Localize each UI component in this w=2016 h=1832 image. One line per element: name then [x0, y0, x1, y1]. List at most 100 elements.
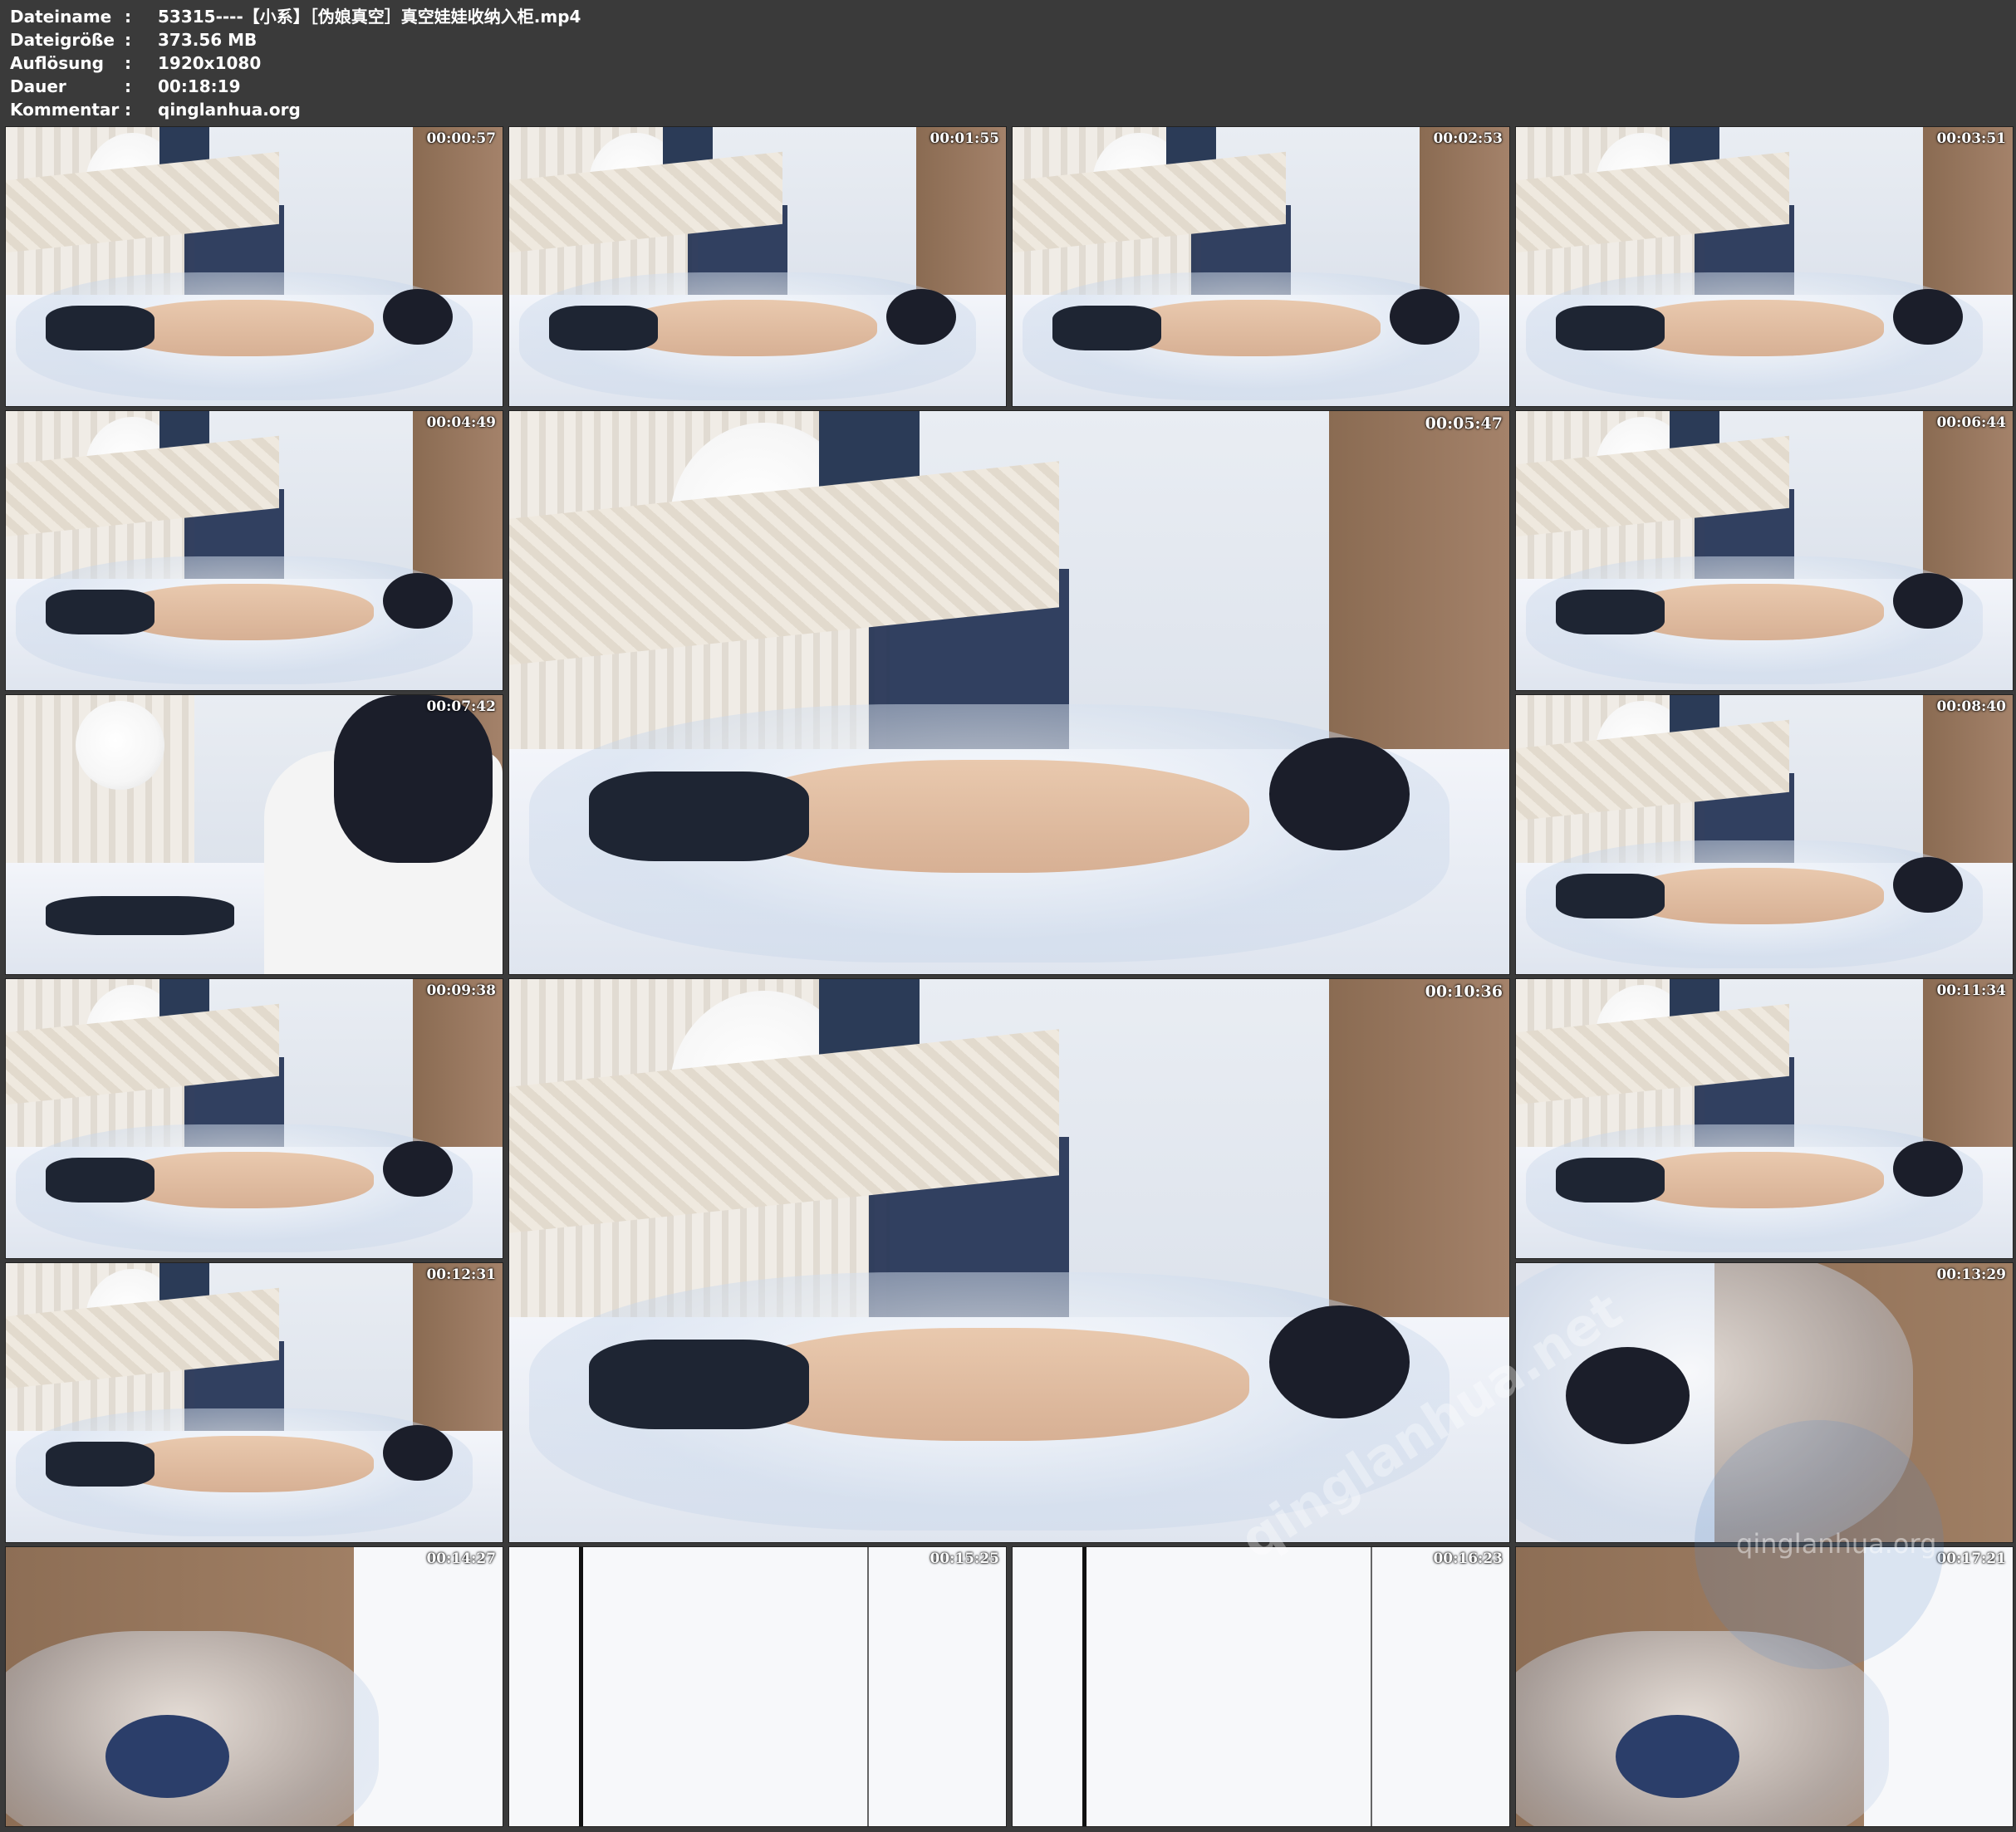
thumbnail-grid: 00:00:57 00:01:55 00:02:53 00:03:51 00:04:49… [0, 126, 2016, 1832]
headboard [1420, 127, 1509, 301]
boots [45, 590, 155, 634]
thumbnail-scene [509, 1547, 1006, 1826]
boots [1052, 306, 1162, 350]
meta-row-duration: Dauer: 00:18:19 [10, 75, 241, 98]
headboard [413, 127, 503, 301]
thumbnail-timestamp: 00:03:51 [1936, 130, 2006, 147]
meta-value: 1920x1080 [158, 53, 262, 73]
thumbnail-scene [1516, 1263, 2013, 1542]
door-seam [1370, 1547, 1372, 1826]
door-seam [866, 1547, 869, 1826]
thumbnail-2: 00:01:55 [508, 126, 1007, 407]
hair [383, 1424, 454, 1482]
boots [45, 1442, 155, 1487]
closet-door [353, 1547, 503, 1826]
thumbnail-3: 00:02:53 [1012, 126, 1510, 407]
wrapped-figure [1615, 1714, 1740, 1799]
thumbnail-scene [509, 127, 1006, 406]
thumbnail-timestamp: 00:09:38 [426, 982, 496, 999]
info-header: Dateiname: 53315----【小系】［伪娘真空］真空娃娃收纳入柜.mp… [0, 0, 2016, 125]
meta-value: 00:18:19 [158, 76, 241, 96]
headboard [1329, 979, 1509, 1329]
thumbnail-scene [1516, 979, 2013, 1258]
hair [333, 695, 493, 863]
door-edge [578, 1547, 583, 1826]
thumbnail-4: 00:03:51 [1515, 126, 2014, 407]
meta-key: Dauer [10, 76, 66, 96]
thumbnail-timestamp: 00:05:47 [1425, 414, 1503, 433]
thumbnail-18: 00:17:21 [1515, 1546, 2014, 1827]
thumbnail-13: 00:12:31 [5, 1262, 503, 1543]
meta-value: qinglanhua.org [158, 100, 301, 120]
thumbnail-14: 00:13:29 [1515, 1262, 2014, 1543]
thumbnail-8: 00:07:42 [5, 694, 503, 975]
headboard [413, 979, 503, 1153]
closet-door [1863, 1547, 2013, 1826]
thumbnail-timestamp: 00:16:23 [1433, 1550, 1503, 1567]
thumbnail-16: 00:15:25 [508, 1546, 1007, 1827]
thumbnail-1: 00:00:57 [5, 126, 503, 407]
meta-key: Dateiname [10, 7, 112, 27]
meta-row-filename: Dateiname: 53315----【小系】［伪娘真空］真空娃娃收纳入柜.mp… [10, 5, 581, 28]
meta-separator: : [125, 30, 131, 50]
thumbnail-7: 00:06:44 [1515, 410, 2014, 691]
boots [45, 1158, 155, 1203]
thumbnail-15: 00:14:27 [5, 1546, 503, 1827]
thumbnail-scene [6, 695, 503, 974]
thumbnail-timestamp: 00:10:36 [1425, 982, 1503, 1001]
hair [1893, 288, 1964, 345]
thumbnail-scene [1516, 411, 2013, 690]
headboard [1923, 695, 2013, 869]
headboard [1329, 411, 1509, 761]
thumbnail-timestamp: 00:14:27 [426, 1550, 496, 1567]
boots [45, 895, 235, 935]
thumbnail-scene [509, 411, 1509, 974]
thumbnail-timestamp: 00:06:44 [1936, 414, 2006, 431]
thumbnail-timestamp: 00:00:57 [426, 130, 496, 147]
hair [383, 572, 454, 629]
thumbnail-scene [1013, 127, 1509, 406]
thumbnail-12: 00:11:34 [1515, 978, 2014, 1259]
boots [45, 306, 155, 350]
boots [589, 771, 810, 862]
meta-row-comment: Kommentar: qinglanhua.org [10, 98, 301, 121]
meta-key: Auflösung [10, 53, 104, 73]
thumbnail-timestamp: 00:15:25 [930, 1550, 999, 1567]
meta-row-resolution: Auflösung: 1920x1080 [10, 51, 261, 75]
thumbnail-9: 00:08:40 [1515, 694, 2014, 975]
thumbnail-scene [6, 411, 503, 690]
boots [1555, 874, 1665, 918]
thumbnail-17: 00:16:23 [1012, 1546, 1510, 1827]
thumbnail-scene [6, 1263, 503, 1542]
meta-key: Kommentar [10, 100, 120, 120]
thumbnail-scene [6, 127, 503, 406]
thumbnail-10: 00:09:38 [5, 978, 503, 1259]
boots [548, 306, 659, 350]
thumbnail-timestamp: 00:04:49 [426, 414, 496, 431]
headboard [413, 1263, 503, 1437]
thumbnail-timestamp: 00:02:53 [1433, 130, 1503, 147]
boots [1555, 306, 1665, 350]
thumbnail-11: 00:10:36 [508, 978, 1510, 1543]
meta-separator: : [125, 76, 131, 96]
thumbnail-6: 00:05:47 [508, 410, 1510, 975]
boots [1555, 590, 1665, 634]
meta-row-filesize: Dateigröße: 373.56 MB [10, 28, 257, 51]
thumbnail-scene [6, 1547, 503, 1826]
headboard [916, 127, 1006, 301]
thumbnail-5: 00:04:49 [5, 410, 503, 691]
wrapped-figure [105, 1714, 230, 1799]
door-panel [1013, 1547, 1509, 1826]
thumbnail-timestamp: 00:11:34 [1936, 982, 2006, 999]
meta-separator: : [125, 7, 131, 27]
meta-key: Dateigröße [10, 30, 115, 50]
hair [1269, 1305, 1410, 1418]
thumbnail-scene [1013, 1547, 1509, 1826]
door-panel [509, 1547, 1006, 1826]
thumbnail-timestamp: 00:13:29 [1936, 1266, 2006, 1283]
headboard [1923, 127, 2013, 301]
meta-separator: : [125, 53, 131, 73]
hair [1269, 737, 1410, 850]
headboard [1923, 979, 2013, 1153]
hair [886, 288, 957, 345]
